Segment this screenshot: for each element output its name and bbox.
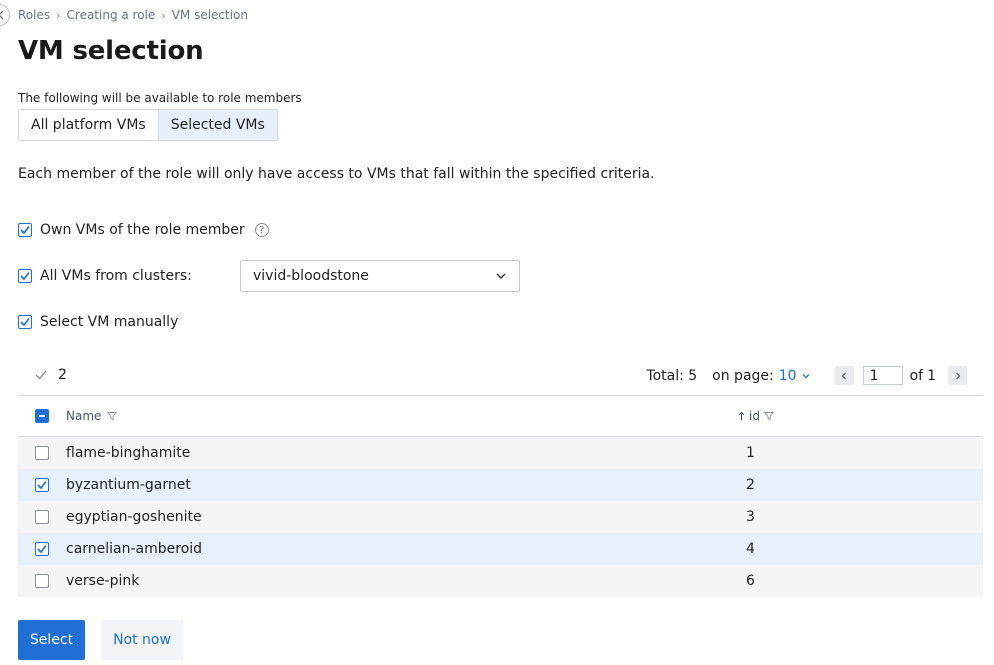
table-row[interactable]: byzantium-garnet 2 [18, 469, 983, 501]
vm-id: 3 [746, 509, 755, 525]
row-checkbox[interactable] [35, 542, 49, 556]
manual-criterion: Select VM manually [18, 314, 178, 330]
checkmark-icon [37, 545, 47, 554]
page-of: of 1 [910, 368, 936, 384]
vm-table: Name id flame-binghamite 1 byzantium-gar… [18, 395, 983, 597]
total-count: Total: 5 [646, 367, 698, 384]
scope-option-selected[interactable]: Selected VMs [157, 110, 277, 140]
sort-ascending-icon[interactable] [738, 411, 745, 421]
own-vms-label: Own VMs of the role member [40, 222, 245, 238]
column-id-label: id [749, 409, 760, 423]
column-header-name[interactable]: Name [66, 409, 118, 423]
table-header: Name id [18, 395, 983, 437]
vm-id: 6 [746, 573, 755, 589]
chevron-down-icon [802, 373, 810, 378]
table-row[interactable]: flame-binghamite 1 [18, 437, 983, 469]
table-row[interactable]: carnelian-amberoid 4 [18, 533, 983, 565]
breadcrumb-item-current: VM selection [171, 8, 248, 22]
vm-name: carnelian-amberoid [66, 541, 203, 557]
chevron-down-icon [496, 273, 506, 279]
clusters-label: All VMs from clusters: [40, 268, 192, 284]
vm-id: 4 [746, 541, 755, 557]
clusters-select[interactable]: vivid-bloodstone [240, 260, 520, 292]
breadcrumb: Roles › Creating a role › VM selection [18, 8, 248, 22]
row-checkbox[interactable] [35, 446, 49, 460]
table-row[interactable]: verse-pink 6 [18, 565, 983, 597]
own-vms-criterion: Own VMs of the role member ? [18, 222, 269, 238]
checkmark-icon [20, 318, 30, 327]
row-checkbox[interactable] [35, 478, 49, 492]
vm-name: verse-pink [66, 573, 140, 589]
selected-count: 2 [34, 367, 67, 383]
help-icon[interactable]: ? [254, 223, 269, 237]
not-now-button[interactable]: Not now [101, 620, 183, 660]
clusters-checkbox[interactable] [18, 269, 32, 283]
clusters-criterion: All VMs from clusters: [18, 268, 192, 284]
chevron-right-icon [955, 372, 960, 379]
page-title: VM selection [18, 36, 204, 66]
select-all-checkbox[interactable] [35, 409, 49, 423]
clusters-select-value: vivid-bloodstone [253, 268, 369, 284]
of-label: of [909, 367, 924, 384]
vm-id: 2 [746, 477, 755, 493]
breadcrumb-item-roles[interactable]: Roles [18, 8, 50, 22]
back-button[interactable] [0, 4, 10, 26]
vm-name: byzantium-garnet [66, 477, 191, 493]
column-name-label: Name [66, 409, 102, 423]
scope-segmented-control: All platform VMs Selected VMs [18, 109, 278, 141]
table-toolbar: 2 Total: 5 on page: 10 1 of 1 [18, 360, 983, 392]
chevron-right-icon: › [56, 8, 61, 22]
checkmark-icon [20, 226, 30, 235]
selected-count-value: 2 [58, 367, 67, 383]
manual-label: Select VM manually [40, 314, 179, 330]
checkmark-icon [35, 370, 47, 380]
total-pages: 1 [927, 367, 936, 384]
breadcrumb-item-creating-role[interactable]: Creating a role [67, 8, 156, 22]
manual-checkbox[interactable] [18, 315, 32, 329]
chevron-left-icon [0, 10, 4, 20]
per-page-value: 10 [778, 367, 797, 384]
scope-label: The following will be available to role … [18, 91, 302, 105]
per-page-select[interactable]: 10 [779, 368, 811, 384]
own-vms-checkbox[interactable] [18, 223, 32, 237]
column-header-id[interactable]: id [738, 409, 774, 423]
vm-name: flame-binghamite [66, 445, 191, 461]
prev-page-button[interactable] [834, 366, 854, 385]
chevron-left-icon [841, 372, 847, 379]
per-page-label: on page: [712, 367, 774, 384]
row-checkbox[interactable] [35, 510, 49, 524]
minus-icon [39, 415, 45, 417]
row-checkbox[interactable] [35, 574, 49, 588]
page-number-input[interactable]: 1 [862, 366, 903, 385]
table-row[interactable]: egyptian-goshenite 3 [18, 501, 983, 533]
vm-name: egyptian-goshenite [66, 509, 202, 525]
vm-id: 1 [746, 445, 755, 461]
description-text: Each member of the role will only have a… [18, 166, 655, 182]
filter-icon[interactable] [764, 411, 774, 421]
pagination: Total: 5 on page: 10 1 of 1 [646, 366, 967, 385]
select-button[interactable]: Select [18, 620, 85, 660]
chevron-right-icon: › [161, 8, 166, 22]
filter-icon[interactable] [107, 411, 118, 421]
scope-option-all[interactable]: All platform VMs [19, 110, 158, 140]
checkmark-icon [20, 272, 30, 281]
next-page-button[interactable] [948, 366, 967, 385]
checkmark-icon [37, 481, 47, 490]
